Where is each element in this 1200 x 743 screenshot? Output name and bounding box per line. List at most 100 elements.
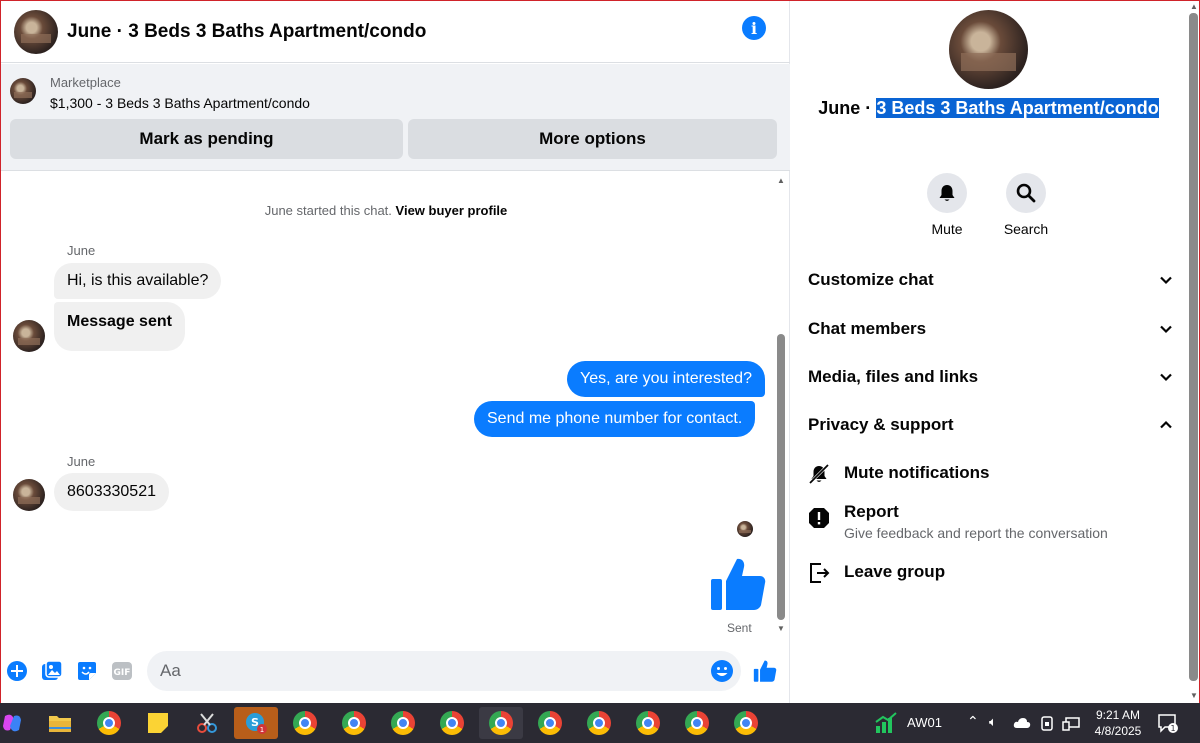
scroll-up-arrow-icon[interactable]: ▲ [1189,2,1199,12]
sub-item-text: Leave group [844,562,945,582]
report-label: Report [844,502,899,521]
scroll-up-arrow-icon[interactable]: ▲ [776,176,786,186]
message-bubble-outgoing[interactable]: Yes, are you interested? [567,361,765,397]
info-icon[interactable]: i [742,16,766,40]
listing-thumbnail[interactable] [10,78,36,104]
leave-group-label: Leave group [844,562,946,581]
sender-avatar[interactable] [13,479,45,511]
app-notification-badge: 1 [260,726,264,734]
chat-title[interactable]: June · 3 Beds 3 Baths Apartment/condo [67,21,426,43]
conversation-info-pane: June · 3 Beds 3 Baths Apartment/condo Mu… [791,1,1186,703]
stock-chart-icon[interactable] [874,712,898,734]
sub-item-text: Mute notifications [844,463,989,483]
window-scrollbar[interactable]: ▲ ▼ [1187,1,1199,703]
scroll-down-arrow-icon[interactable]: ▼ [1189,691,1199,701]
section-label: Media, files and links [808,367,979,386]
speaker-icon[interactable]: 🔈︎ [989,714,997,730]
search-button[interactable] [1006,173,1046,213]
thumbs-up-icon[interactable] [709,555,767,613]
report-item[interactable]: Report Give feedback and report the conv… [808,502,1108,541]
chrome-icon[interactable] [87,707,131,739]
chevron-up-icon[interactable]: ⌃ [967,713,979,730]
chat-started-notice: June started this chat. View buyer profi… [1,203,771,218]
gif-icon[interactable]: GIF [111,660,133,682]
chrome-profile-icon[interactable] [577,707,621,739]
sticky-notes-icon[interactable] [136,707,180,739]
copilot-icon[interactable] [0,707,34,739]
section-label: Customize chat [808,270,934,289]
scroll-thumb[interactable] [1189,13,1198,681]
bell-off-icon [808,463,830,485]
chrome-profile-icon[interactable] [430,707,474,739]
clock-date: 4/8/2025 [1094,724,1142,738]
conversation-name[interactable]: June · 3 Beds 3 Baths Apartment/condo [791,97,1186,119]
message-input-wrap[interactable] [147,651,741,691]
plus-circle-icon[interactable] [6,660,28,682]
bell-icon [939,185,955,201]
view-buyer-profile-link[interactable]: View buyer profile [396,203,508,218]
chevron-down-icon [1160,373,1172,382]
chevron-down-icon [1160,276,1172,285]
app-frame: June · 3 Beds 3 Baths Apartment/condo i … [0,0,1200,703]
skype-icon[interactable]: S1 [234,707,278,739]
sent-status: Sent [727,621,752,635]
message-bubble-incoming[interactable]: 8603330521 [54,473,169,511]
section-privacy-support[interactable]: Privacy & support [808,410,1173,440]
mute-action[interactable]: Mute [917,173,977,237]
chevron-up-icon [1160,420,1172,429]
chrome-profile-icon[interactable] [332,707,376,739]
stock-ticker-label[interactable]: AW01 [907,715,942,730]
listing-title[interactable]: $1,300 - 3 Beds 3 Baths Apartment/condo [50,95,310,111]
chrome-profile-icon[interactable] [626,707,670,739]
sticker-icon[interactable] [76,660,98,682]
cloud-icon[interactable] [1013,717,1031,729]
search-icon [1016,183,1036,203]
chrome-profile-icon[interactable] [479,707,523,739]
message-bubble-incoming[interactable]: Hi, is this available? [54,263,222,299]
chrome-profile-icon[interactable] [724,707,768,739]
section-customize-chat[interactable]: Customize chat [808,265,1173,295]
conversation-avatar[interactable] [949,10,1028,89]
mute-notifications-item[interactable]: Mute notifications [808,463,989,485]
chrome-profile-icon[interactable] [675,707,719,739]
windows-taskbar: S1 AW01 ⌃ 🔈︎ 9:21 AM 4/8/2025 1 [0,703,1200,743]
chat-header: June · 3 Beds 3 Baths Apartment/condo i [1,1,790,63]
chrome-profile-icon[interactable] [528,707,572,739]
section-media-files-links[interactable]: Media, files and links [808,362,1173,392]
mute-button[interactable] [927,173,967,213]
network-icon[interactable] [1062,716,1080,732]
leave-group-item[interactable]: Leave group [808,562,945,584]
file-explorer-icon[interactable] [38,707,82,739]
notification-icon[interactable]: 1 [1158,714,1180,734]
message-bubble-outgoing[interactable]: Send me phone number for contact. [474,401,756,437]
emoji-icon[interactable] [710,659,734,683]
report-icon [809,508,829,528]
chat-started-text: June started this chat. [264,203,392,218]
section-chat-members[interactable]: Chat members [808,314,1173,344]
chrome-profile-icon[interactable] [283,707,327,739]
clock-time: 9:21 AM [1095,708,1141,722]
device-icon[interactable] [1040,716,1054,732]
photo-icon[interactable] [41,660,63,682]
contact-avatar[interactable] [14,9,58,54]
marketplace-label: Marketplace [50,75,121,90]
message-sender: June [67,454,96,469]
selected-text: 3 Beds 3 Baths Apartment/condo [876,98,1159,118]
message-input[interactable] [160,651,700,691]
sender-avatar[interactable] [13,320,45,352]
search-action[interactable]: Search [996,173,1056,237]
scroll-thumb[interactable] [777,334,785,620]
snipping-tool-icon[interactable] [185,707,229,739]
system-clock[interactable]: 9:21 AM 4/8/2025 [1082,707,1154,739]
composer: GIF [1,638,790,703]
more-options-button[interactable]: More options [408,119,777,159]
like-button-icon[interactable] [753,659,777,683]
message-scrollbar[interactable]: ▲ ▼ [776,176,786,636]
message-bubble-incoming[interactable]: Message sent [54,302,185,351]
report-description: Give feedback and report the conversatio… [844,525,1108,541]
scroll-down-arrow-icon[interactable]: ▼ [776,624,786,634]
mark-as-pending-button[interactable]: Mark as pending [10,119,403,159]
svg-text:GIF: GIF [114,668,131,678]
notification-count: 1 [1170,724,1175,733]
chrome-profile-icon[interactable] [381,707,425,739]
